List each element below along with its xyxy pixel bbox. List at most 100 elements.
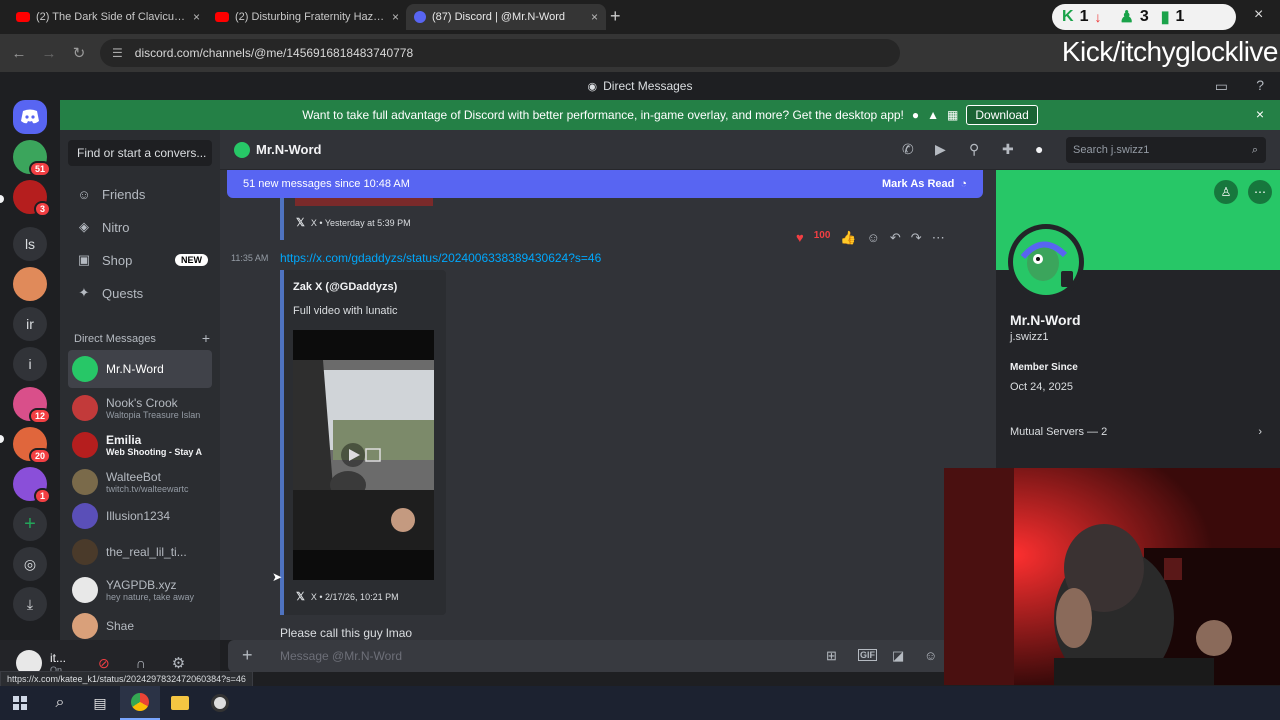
obs-icon[interactable] bbox=[200, 686, 240, 720]
close-tab-icon[interactable]: × bbox=[392, 10, 399, 24]
forward-icon[interactable]: → bbox=[34, 45, 64, 62]
x-logo-icon: 𝕏 bbox=[296, 217, 305, 229]
server-icon[interactable]: i bbox=[13, 347, 47, 381]
add-friends-icon[interactable]: ✚ bbox=[1002, 141, 1014, 158]
recipient-name[interactable]: Mr.N-Word bbox=[256, 142, 321, 157]
settings-icon[interactable]: ⚙ bbox=[172, 654, 185, 672]
profile-avatar[interactable] bbox=[1008, 224, 1084, 300]
thumbs-up-reaction-icon[interactable]: 👍 bbox=[840, 230, 856, 246]
heart-reaction-icon[interactable]: ♥ bbox=[796, 230, 804, 246]
server-icon[interactable] bbox=[13, 267, 47, 301]
apple-icon: ● bbox=[911, 108, 920, 122]
discord-home-icon[interactable] bbox=[13, 100, 47, 134]
discord-favicon-icon bbox=[414, 11, 426, 23]
unread-pill bbox=[0, 195, 4, 203]
download-button[interactable]: Download bbox=[966, 105, 1038, 125]
dm-item[interactable]: YAGPDB.xyz hey nature, take away bbox=[68, 571, 212, 609]
close-banner-icon[interactable]: × bbox=[1256, 106, 1264, 122]
android-icon: ▲ bbox=[927, 108, 940, 122]
dm-sidebar: Find or start a convers... ☺ Friends ◈ N… bbox=[60, 130, 220, 685]
upload-icon[interactable]: + bbox=[242, 645, 253, 666]
user-profile-icon[interactable]: ● bbox=[1035, 141, 1043, 157]
dm-item[interactable]: the_real_lil_ti... bbox=[68, 533, 212, 571]
stream-stats-widget: K 1 ↓ ♟ 3 ▮ 1 bbox=[1052, 4, 1236, 30]
new-messages-bar[interactable]: 51 new messages since 10:48 AM Mark As R… bbox=[227, 170, 983, 198]
link-status-tooltip: https://x.com/katee_k1/status/2024297832… bbox=[0, 671, 253, 687]
dm-item[interactable]: Illusion1234 bbox=[68, 497, 212, 535]
server-icon[interactable]: ls bbox=[13, 227, 47, 261]
add-friend-icon[interactable]: ♙ bbox=[1214, 180, 1238, 204]
hundred-reaction-icon[interactable]: 100 bbox=[814, 230, 831, 246]
message-composer[interactable]: + Message @Mr.N-Word ⊞ GIF ◪ ☺ bbox=[228, 640, 950, 672]
mic-muted-icon[interactable]: ⊘ bbox=[98, 655, 110, 672]
unread-pill bbox=[0, 435, 4, 443]
url-text: discord.com/channels/@me/145691681848374… bbox=[134, 46, 414, 60]
forward-icon[interactable]: ↷ bbox=[911, 230, 922, 246]
server-icon[interactable]: 20 bbox=[13, 427, 51, 464]
dm-icon: ◉ bbox=[587, 80, 598, 93]
new-tab-button[interactable]: + bbox=[610, 6, 621, 27]
avatar bbox=[72, 395, 98, 421]
nav-nitro[interactable]: ◈ Nitro bbox=[68, 211, 212, 243]
server-icon[interactable]: 12 bbox=[13, 387, 51, 424]
server-icon[interactable]: 1 bbox=[13, 467, 51, 504]
server-icon[interactable]: 3 bbox=[13, 180, 51, 217]
browser-tab-3[interactable]: (87) Discord | @Mr.N-Word × bbox=[406, 4, 606, 30]
video-call-icon[interactable]: ▶ bbox=[935, 141, 946, 158]
message-link[interactable]: https://x.com/gdaddyzs/status/2024006338… bbox=[280, 251, 601, 265]
find-conversation-input[interactable]: Find or start a convers... bbox=[68, 140, 212, 166]
reply-icon[interactable]: ↶ bbox=[890, 230, 901, 246]
help-icon[interactable]: ? bbox=[1256, 77, 1264, 93]
address-bar[interactable]: ☰ discord.com/channels/@me/1456916818483… bbox=[100, 39, 900, 67]
task-view-icon[interactable]: ▤ bbox=[80, 686, 120, 720]
search-icon[interactable]: ⌕ bbox=[40, 686, 80, 720]
windows-start-icon[interactable] bbox=[0, 686, 40, 720]
headphones-icon[interactable]: ∩ bbox=[136, 655, 146, 671]
embed-video[interactable] bbox=[293, 330, 434, 580]
webcam-overlay bbox=[944, 468, 1280, 685]
dm-item[interactable]: Nook's Crook Waltopia Treasure Islan bbox=[68, 389, 212, 427]
chrome-icon[interactable] bbox=[120, 686, 160, 720]
friends-icon: ☺ bbox=[77, 186, 91, 202]
dm-item[interactable]: WalteeBot twitch.tv/walteewartc bbox=[68, 463, 212, 501]
quests-icon: ✦ bbox=[78, 285, 90, 300]
server-icon[interactable]: ir bbox=[13, 307, 47, 341]
nav-quests[interactable]: ✦ Quests bbox=[68, 277, 212, 309]
dm-item[interactable]: Emilia Web Shooting - Stay A bbox=[68, 426, 212, 464]
embed-author[interactable]: Zak X (@GDaddyzs) bbox=[293, 281, 397, 293]
server-icon[interactable]: 51 bbox=[13, 140, 51, 177]
search-input[interactable]: Search j.swizz1 ⌕ bbox=[1066, 137, 1266, 163]
mutual-servers-row[interactable]: Mutual Servers — 2 › bbox=[1010, 426, 1266, 438]
create-dm-icon[interactable]: + bbox=[202, 331, 210, 345]
down-arrow-icon: ↓ bbox=[1094, 9, 1102, 25]
gift-icon[interactable]: ⊞ bbox=[826, 648, 837, 664]
reload-icon[interactable]: ↻ bbox=[64, 44, 94, 62]
app-title-bar: ◉ Direct Messages ▭ ? bbox=[0, 72, 1280, 100]
browser-tab-2[interactable]: (2) Disturbing Fraternity Hazing... × bbox=[207, 4, 407, 30]
sticker-icon[interactable]: ◪ bbox=[892, 648, 904, 664]
add-server-icon[interactable]: + bbox=[13, 507, 47, 541]
inbox-icon[interactable]: ▭ bbox=[1215, 78, 1228, 95]
download-icon[interactable]: ⤓ bbox=[13, 587, 47, 621]
site-info-icon[interactable]: ☰ bbox=[112, 46, 123, 60]
close-tab-icon[interactable]: × bbox=[591, 10, 598, 24]
message-area: 𝕏 X • Yesterday at 5:39 PM 51 new messag… bbox=[220, 170, 996, 640]
window-close-icon[interactable]: × bbox=[1254, 6, 1263, 24]
emoji-icon[interactable]: ☺ bbox=[924, 648, 937, 663]
file-explorer-icon[interactable] bbox=[160, 686, 200, 720]
nav-shop[interactable]: ▣ Shop NEW bbox=[68, 244, 212, 276]
close-tab-icon[interactable]: × bbox=[193, 10, 200, 24]
more-options-icon[interactable]: ⋯ bbox=[1248, 180, 1272, 204]
more-options-icon[interactable]: ⋯ bbox=[932, 230, 945, 246]
discover-icon[interactable]: ◎ bbox=[13, 547, 47, 581]
mark-as-read-button[interactable]: Mark As Read ◔ bbox=[882, 178, 967, 190]
voice-call-icon[interactable]: ✆ bbox=[902, 141, 914, 158]
pin-icon[interactable]: ⚲ bbox=[969, 141, 979, 158]
new-badge: NEW bbox=[175, 254, 208, 266]
back-icon[interactable]: ← bbox=[4, 45, 34, 62]
nav-friends[interactable]: ☺ Friends bbox=[68, 178, 212, 210]
add-reaction-icon[interactable]: ☺ bbox=[867, 230, 880, 246]
dm-item[interactable]: Mr.N-Word bbox=[68, 350, 212, 388]
browser-tab-1[interactable]: (2) The Dark Side of Clavicular... × bbox=[8, 4, 208, 30]
gif-icon[interactable]: GIF bbox=[858, 649, 877, 661]
